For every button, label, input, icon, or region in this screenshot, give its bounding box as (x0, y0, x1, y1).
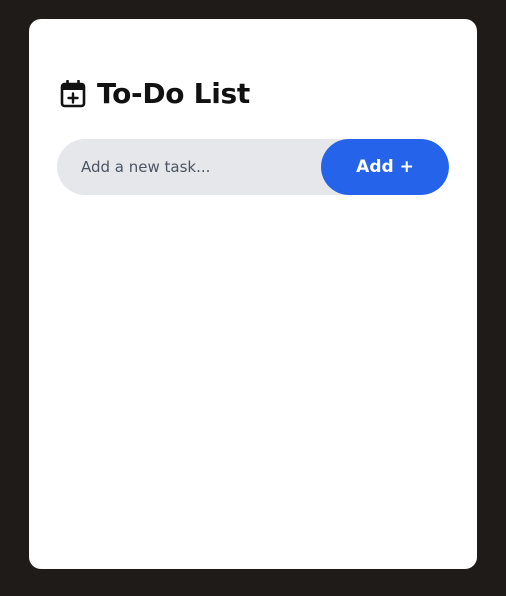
todo-card: To-Do List Add + (29, 19, 477, 569)
task-input[interactable] (57, 139, 347, 195)
header: To-Do List (59, 79, 250, 109)
add-button[interactable]: Add + (321, 139, 449, 195)
new-task-form: Add + (57, 139, 449, 195)
calendar-plus-icon (59, 79, 87, 109)
task-list (57, 215, 449, 545)
page-title: To-Do List (97, 77, 250, 110)
